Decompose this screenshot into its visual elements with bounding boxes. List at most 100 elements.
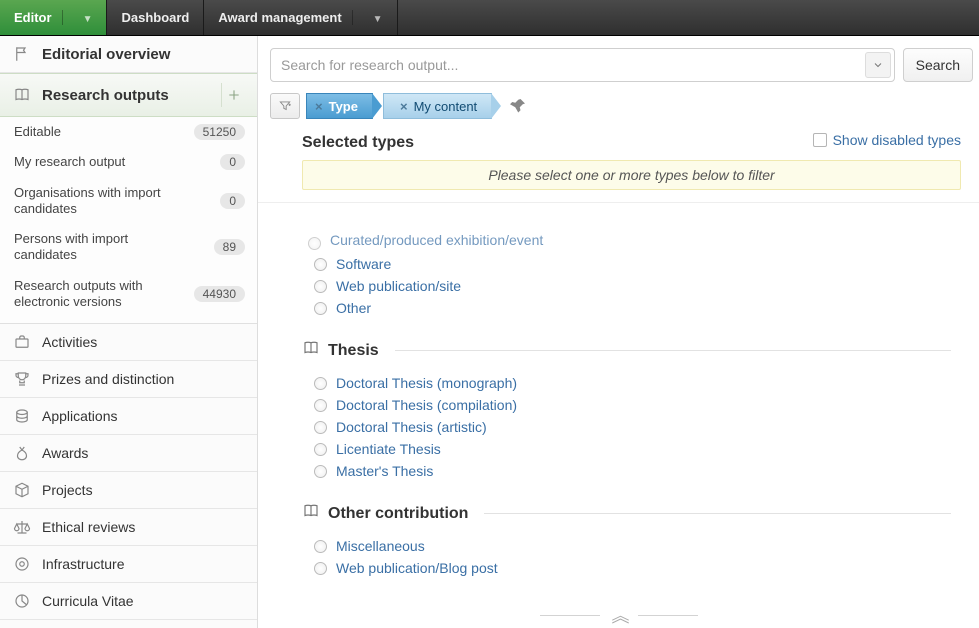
sidebar-editorial-label: Editorial overview <box>42 46 170 63</box>
sidebar-sub-label: Organisations with import candidates <box>14 185 174 218</box>
search-input[interactable] <box>270 48 895 82</box>
chevron-down-icon: ▼ <box>373 14 383 25</box>
filter-notice: Please select one or more types below to… <box>302 160 961 190</box>
type-group-other: Miscellaneous Web publication/Blog post <box>302 535 951 579</box>
count-badge: 89 <box>214 239 245 255</box>
sidebar-sub-editable[interactable]: Editable 51250 <box>0 117 257 147</box>
pie-icon <box>12 592 32 610</box>
count-badge: 0 <box>220 154 245 170</box>
briefcase-icon <box>12 333 32 351</box>
type-option-cut[interactable]: Curated/produced exhibition/event <box>302 234 951 248</box>
topnav-editor-dropdown[interactable]: ▼ <box>62 10 93 25</box>
sidebar-editorial-overview[interactable]: Editorial overview <box>0 36 257 73</box>
topnav-dashboard[interactable]: Dashboard <box>107 0 204 35</box>
ring-icon <box>12 555 32 573</box>
collapse-panel-button[interactable]: ︽ <box>258 602 979 628</box>
sidebar-research-outputs[interactable]: Research outputs <box>0 73 257 117</box>
sidebar-item-label: Projects <box>42 482 93 498</box>
checkbox-icon <box>813 133 827 147</box>
remove-filter-icon[interactable]: × <box>315 99 323 114</box>
topnav-editor[interactable]: Editor ▼ <box>0 0 107 35</box>
sidebar: Editorial overview Research outputs Edit… <box>0 36 258 628</box>
type-group-title: Thesis <box>328 342 379 360</box>
sidebar-sub-label: Persons with import candidates <box>14 231 174 264</box>
cube-icon <box>12 481 32 499</box>
topnav-award-label: Award management <box>218 10 341 25</box>
trophy-icon <box>12 370 32 388</box>
type-option[interactable]: Licentiate Thesis <box>308 438 951 460</box>
sidebar-item-label: Awards <box>42 445 88 461</box>
type-group-other-head: Other contribution <box>302 502 951 525</box>
type-scrollpane[interactable]: Curated/produced exhibition/event Softwa… <box>258 234 979 600</box>
count-badge: 44930 <box>194 286 245 302</box>
add-research-output-button[interactable] <box>221 83 245 107</box>
type-group-thesis-head: Thesis <box>302 339 951 362</box>
search-dropdown-toggle[interactable] <box>865 52 891 78</box>
sidebar-item-label: Curricula Vitae <box>42 593 134 609</box>
sidebar-item-label: Applications <box>42 408 118 424</box>
sidebar-item-applications[interactable]: Applications <box>0 398 257 435</box>
show-disabled-toggle[interactable]: Show disabled types <box>813 132 961 148</box>
search-button[interactable]: Search <box>903 48 973 82</box>
book-icon <box>302 502 320 525</box>
count-badge: 0 <box>220 193 245 209</box>
type-option[interactable]: Other <box>308 297 951 319</box>
type-group-title: Other contribution <box>328 505 468 523</box>
scales-icon <box>12 518 32 536</box>
sidebar-item-projects[interactable]: Projects <box>0 472 257 509</box>
sidebar-item-ethical[interactable]: Ethical reviews <box>0 509 257 546</box>
count-badge: 51250 <box>194 124 245 140</box>
coins-icon <box>12 407 32 425</box>
type-group-thesis: Doctoral Thesis (monograph) Doctoral The… <box>302 372 951 482</box>
moneybag-icon <box>12 444 32 462</box>
flag-icon <box>12 45 32 63</box>
selected-types-panel: Selected types Show disabled types Pleas… <box>258 122 979 203</box>
type-option[interactable]: Web publication/Blog post <box>308 557 951 579</box>
type-option[interactable]: Master's Thesis <box>308 460 951 482</box>
type-option[interactable]: Doctoral Thesis (artistic) <box>308 416 951 438</box>
sidebar-sub-label: Editable <box>14 124 61 140</box>
book-icon <box>302 339 320 362</box>
topnav-award-dropdown[interactable]: ▼ <box>352 10 383 25</box>
pin-icon[interactable] <box>510 96 528 117</box>
search-row: Search <box>258 48 979 90</box>
sidebar-sub-org-import[interactable]: Organisations with import candidates 0 <box>0 178 257 225</box>
sidebar-item-prizes[interactable]: Prizes and distinction <box>0 361 257 398</box>
topnav-award[interactable]: Award management ▼ <box>204 0 397 35</box>
filter-crumb-type[interactable]: × Type <box>306 93 373 119</box>
add-filter-button[interactable] <box>270 93 300 119</box>
type-option[interactable]: Web publication/site <box>308 275 951 297</box>
sidebar-item-label: Activities <box>42 334 97 350</box>
filter-crumb-label: My content <box>414 99 478 114</box>
sidebar-sub-electronic[interactable]: Research outputs with electronic version… <box>0 271 257 318</box>
sidebar-item-label: Infrastructure <box>42 556 124 572</box>
sidebar-research-subpanel: Editable 51250 My research output 0 Orga… <box>0 117 257 324</box>
sidebar-sub-persons-import[interactable]: Persons with import candidates 89 <box>0 224 257 271</box>
sidebar-item-infrastructure[interactable]: Infrastructure <box>0 546 257 583</box>
divider <box>540 615 600 616</box>
type-option[interactable]: Miscellaneous <box>308 535 951 557</box>
sidebar-sub-label: My research output <box>14 154 125 170</box>
sidebar-item-cv[interactable]: Curricula Vitae <box>0 583 257 620</box>
sidebar-item-label: Ethical reviews <box>42 519 135 535</box>
sidebar-item-report[interactable]: Report definitions <box>0 620 257 628</box>
sidebar-item-awards[interactable]: Awards <box>0 435 257 472</box>
book-icon <box>12 86 32 104</box>
filter-crumb-label: Type <box>329 99 358 114</box>
sidebar-research-label: Research outputs <box>42 87 169 104</box>
top-navbar: Editor ▼ Dashboard Award management ▼ <box>0 0 979 36</box>
filter-row: × Type × My content <box>258 90 979 122</box>
show-disabled-label: Show disabled types <box>833 132 961 148</box>
sidebar-item-activities[interactable]: Activities <box>0 324 257 361</box>
type-option[interactable]: Doctoral Thesis (compilation) <box>308 394 951 416</box>
main-layout: Editorial overview Research outputs Edit… <box>0 36 979 628</box>
filter-crumb-mycontent[interactable]: × My content <box>383 93 492 119</box>
search-box <box>270 48 895 82</box>
type-group-pre: Software Web publication/site Other <box>302 253 951 319</box>
type-option[interactable]: Software <box>308 253 951 275</box>
sidebar-sub-myresearch[interactable]: My research output 0 <box>0 147 257 177</box>
sidebar-item-label: Prizes and distinction <box>42 371 174 387</box>
remove-filter-icon[interactable]: × <box>400 99 408 114</box>
type-option[interactable]: Doctoral Thesis (monograph) <box>308 372 951 394</box>
chevron-up-double-icon: ︽ <box>612 602 626 628</box>
